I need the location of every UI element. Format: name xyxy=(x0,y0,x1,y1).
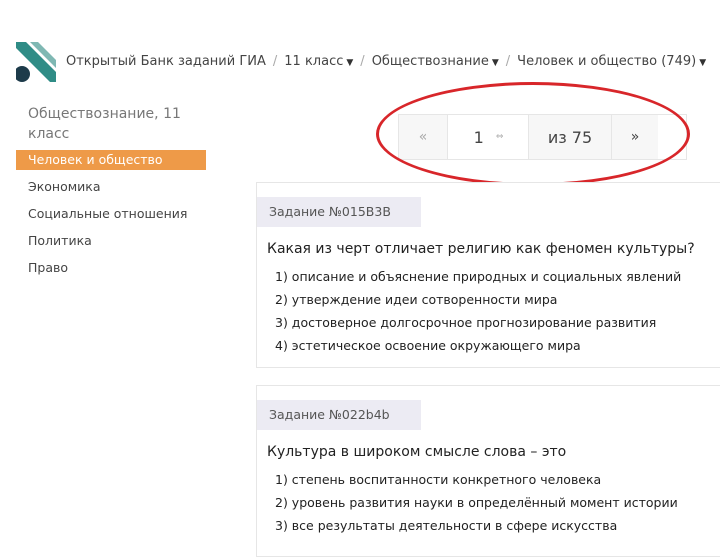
breadcrumb-item-grade[interactable]: 11 класс ▼ xyxy=(284,54,353,69)
header: Открытый Банк заданий ГИА/11 класс ▼ / Обще… xyxy=(0,40,720,88)
current-page-value: 1 xyxy=(473,127,484,147)
breadcrumb-subject-label: Обществознание xyxy=(371,54,489,69)
next-page-button[interactable]: » xyxy=(612,115,658,159)
answer-option[interactable]: 1) описание и объяснение природных и соц… xyxy=(275,265,720,288)
answer-list: 1) степень воспитанности конкретного чел… xyxy=(275,468,720,537)
breadcrumb-topic-label: Человек и общество (749) xyxy=(517,54,697,69)
breadcrumb: Открытый Банк заданий ГИА/11 класс ▼ / Обще… xyxy=(66,54,706,69)
breadcrumb-item-subject[interactable]: Обществознание ▼ xyxy=(372,54,499,69)
task-question: Какая из черт отличает религию как феном… xyxy=(267,241,695,257)
answer-option[interactable]: 1) степень воспитанности конкретного чел… xyxy=(275,468,720,491)
sidebar-item-social-relations[interactable]: Социальные отношения xyxy=(0,204,206,224)
answer-option[interactable]: 2) утверждение идеи сотворенности мира xyxy=(275,288,720,311)
chevron-down-icon: ▼ xyxy=(491,58,499,68)
breadcrumb-separator: / xyxy=(272,54,278,69)
total-pages-label: из 75 xyxy=(529,115,612,159)
sidebar-item-law[interactable]: Право xyxy=(0,258,206,278)
sidebar: Обществознание, 11 класс Человек и общес… xyxy=(0,104,235,285)
answer-option[interactable]: 4) эстетическое освоение окружающего мир… xyxy=(275,334,720,357)
breadcrumb-item-topic[interactable]: Человек и общество (749) ▼ xyxy=(517,54,706,69)
answer-option[interactable]: 2) уровень развития науки в определённый… xyxy=(275,491,720,514)
prev-page-button[interactable]: « xyxy=(399,115,448,159)
task-card: Задание №015B3B Какая из черт отличает р… xyxy=(256,182,720,368)
task-question: Культура в широком смысле слова – это xyxy=(267,444,567,460)
spinner-icon[interactable]: ⇔ xyxy=(496,132,503,142)
subject-title: Обществознание, 11 класс xyxy=(28,106,181,142)
task-id-label: Задание №015B3B xyxy=(257,197,421,227)
breadcrumb-separator: / xyxy=(505,54,511,69)
task-id-label: Задание №022b4b xyxy=(257,400,421,430)
pagination: « 1 ⇔ из 75 » xyxy=(398,114,687,160)
answer-option[interactable]: 3) достоверное долгосрочное прогнозирова… xyxy=(275,311,720,334)
sidebar-item-politics[interactable]: Политика xyxy=(0,231,206,251)
sidebar-item-person-society[interactable]: Человек и общество xyxy=(16,150,206,170)
logo-icon[interactable] xyxy=(16,42,56,82)
chevron-down-icon: ▼ xyxy=(346,58,354,68)
answer-list: 1) описание и объяснение природных и соц… xyxy=(275,265,720,357)
breadcrumb-separator: / xyxy=(360,54,365,69)
answer-option[interactable]: 3) все результаты деятельности в сфере и… xyxy=(275,514,720,537)
pager-spacer xyxy=(658,115,686,159)
chevron-down-icon: ▼ xyxy=(699,58,707,68)
task-card: Задание №022b4b Культура в широком смысл… xyxy=(256,385,720,557)
breadcrumb-item-bank[interactable]: Открытый Банк заданий ГИА xyxy=(66,54,266,69)
breadcrumb-grade-label: 11 класс xyxy=(284,54,344,69)
page-number-input[interactable]: 1 ⇔ xyxy=(448,115,529,159)
sidebar-item-economy[interactable]: Экономика xyxy=(0,177,206,197)
